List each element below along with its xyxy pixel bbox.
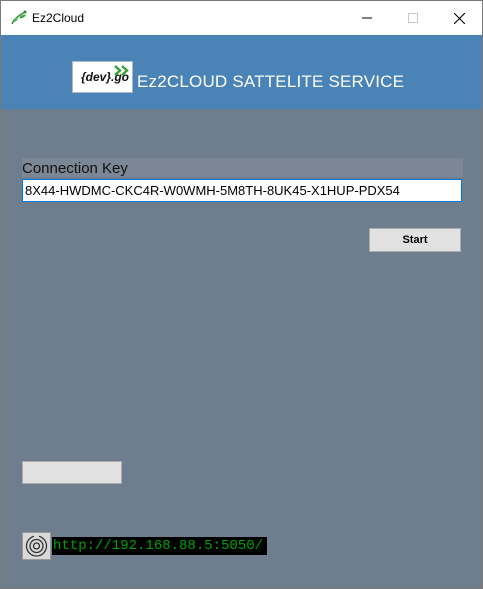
title-bar[interactable]: Ez2Cloud	[1, 1, 482, 35]
app-leaf-icon	[10, 10, 28, 26]
window-title: Ez2Cloud	[32, 11, 85, 25]
server-status-icon[interactable]	[22, 532, 51, 560]
client-area: {dev}.go Ez2CLOUD SATTELITE SERVICE Conn…	[1, 35, 482, 588]
minimize-button[interactable]	[344, 1, 390, 35]
maximize-icon	[408, 13, 418, 23]
double-chevron-icon	[114, 65, 129, 76]
devgo-logo: {dev}.go	[72, 61, 133, 93]
header-title: Ez2CLOUD SATTELITE SERVICE	[137, 72, 405, 91]
connection-key-input[interactable]: 8X44-HWDMC-CKC4R-W0WMH-5M8TH-8UK45-X1HUP…	[22, 179, 462, 202]
maximize-button[interactable]	[390, 1, 436, 35]
connection-key-label: Connection Key	[22, 160, 128, 177]
server-url-text: http://192.168.88.5:5050/	[52, 537, 268, 555]
close-icon	[453, 12, 465, 24]
app-window: Ez2Cloud {dev}.go Ez2CLOUD SATTELITE SER…	[0, 0, 483, 589]
minimize-icon	[362, 17, 372, 19]
header-banner: {dev}.go Ez2CLOUD SATTELITE SERVICE	[1, 35, 482, 109]
start-button[interactable]: Start	[369, 228, 461, 252]
unlabeled-button[interactable]	[22, 461, 122, 484]
close-button[interactable]	[436, 1, 482, 35]
